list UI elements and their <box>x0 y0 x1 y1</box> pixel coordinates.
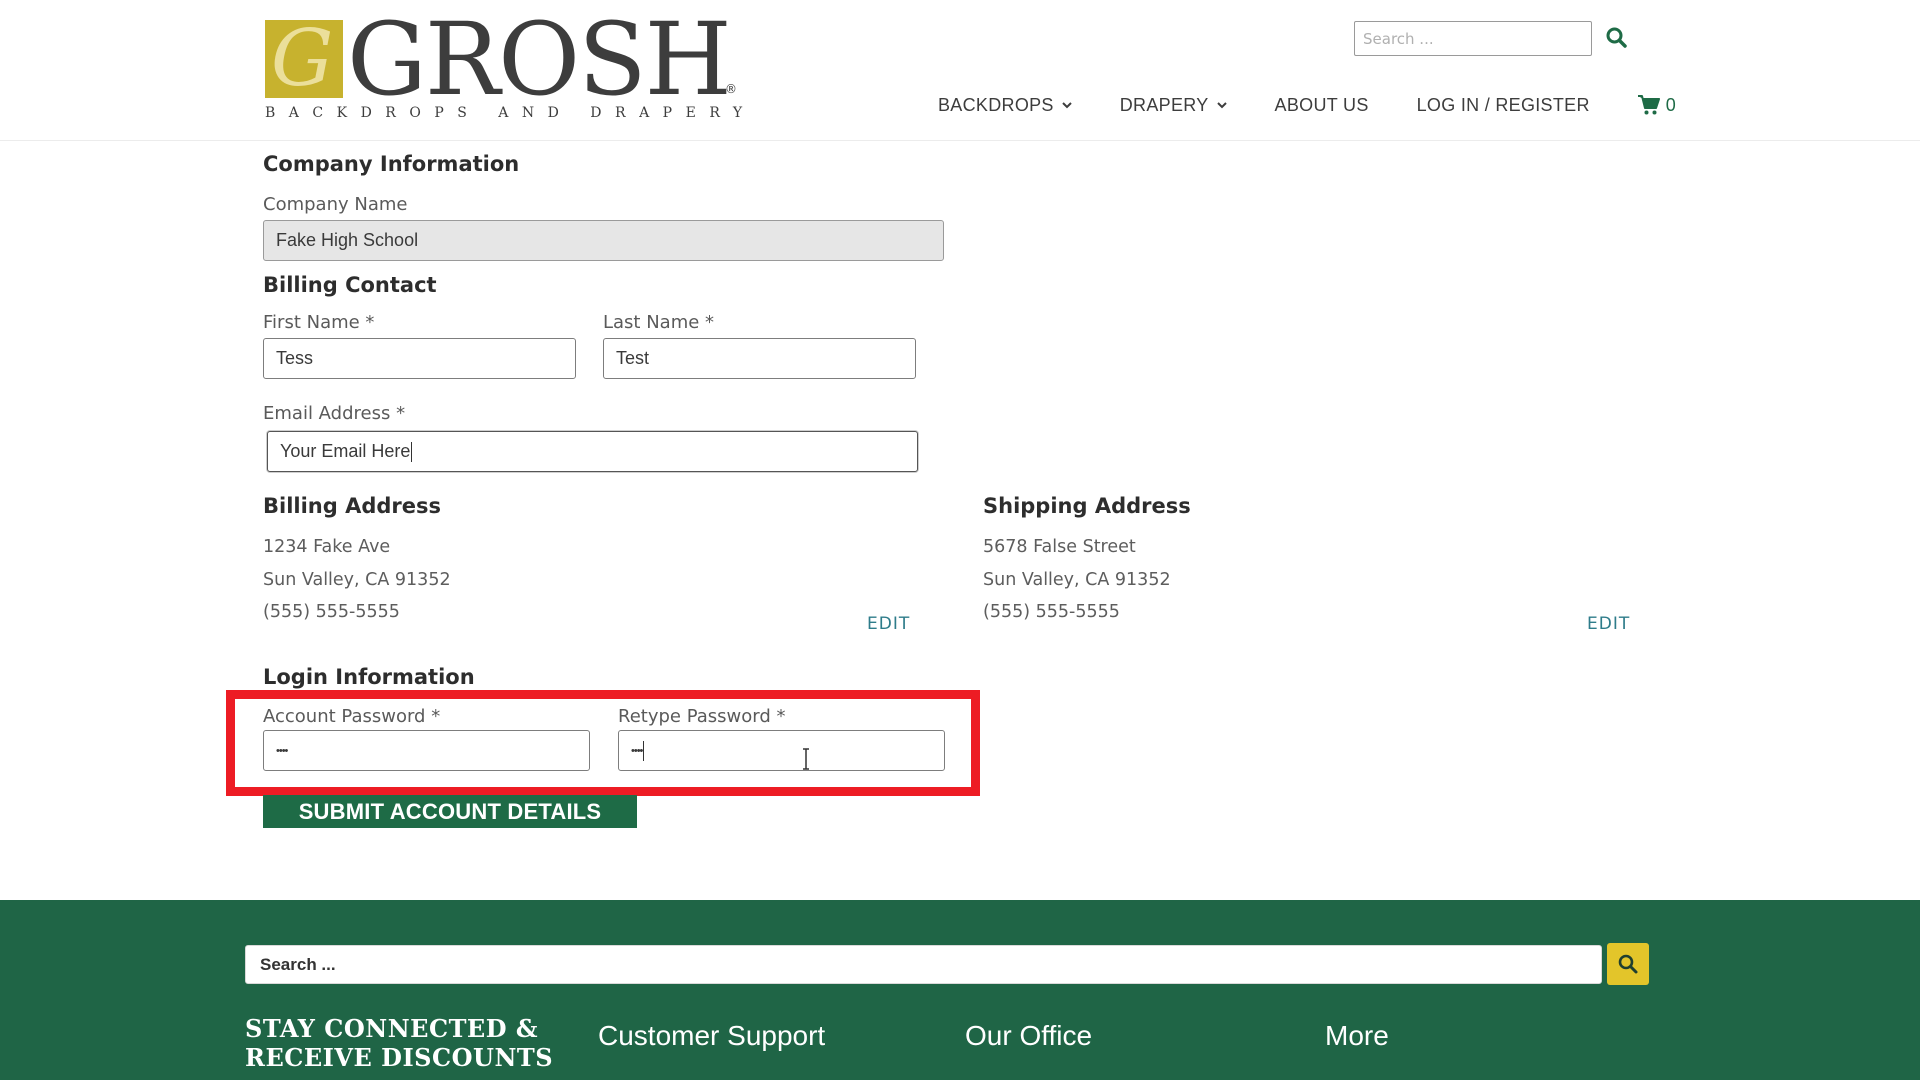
logo-monogram-letter: G <box>271 14 334 104</box>
last-name-value: Test <box>616 348 650 368</box>
company-info-heading: Company Information <box>263 152 520 176</box>
email-label: Email Address * <box>263 403 406 424</box>
logo-tagline: BACKDROPS AND DRAPERY <box>265 105 756 121</box>
billing-address-edit-link[interactable]: EDIT <box>867 614 910 634</box>
first-name-value: Tess <box>276 348 314 368</box>
shipping-address-heading: Shipping Address <box>983 494 1191 518</box>
search-icon <box>1618 954 1638 974</box>
billing-address-line1: 1234 Fake Ave <box>263 537 391 557</box>
shipping-address-line2: Sun Valley, CA 91352 <box>983 569 1171 590</box>
logo-monogram: G <box>265 14 343 104</box>
footer-customer-support-heading: Customer Support <box>598 1020 826 1051</box>
header-search-button[interactable] <box>1604 25 1630 51</box>
site-header: G GROSH ® BACKDROPS AND DRAPERY BACKDROP… <box>0 0 1920 141</box>
billing-contact-heading: Billing Contact <box>263 273 437 297</box>
cart-count: 0 <box>1665 94 1676 115</box>
login-info-heading: Login Information <box>263 665 475 689</box>
shipping-address-block: 5678 False Street Sun Valley, CA 91352 (… <box>983 531 1171 629</box>
logo-registered-mark: ® <box>725 82 737 96</box>
email-value: Your Email Here <box>280 441 411 461</box>
grosh-logo[interactable]: G GROSH ® BACKDROPS AND DRAPERY <box>265 10 756 122</box>
shipping-address-line1: 5678 False Street <box>983 537 1136 557</box>
email-field[interactable]: Your Email Here <box>267 431 918 472</box>
nav-drapery-label: DRAPERY <box>1119 94 1209 115</box>
chevron-down-icon <box>1062 102 1072 109</box>
footer-search-button[interactable] <box>1607 943 1649 985</box>
nav-login-register-label: LOG IN / REGISTER <box>1416 94 1590 115</box>
first-name-label: First Name * <box>263 312 375 333</box>
nav-about-us-label: ABOUT US <box>1274 94 1369 115</box>
shipping-address-edit-link[interactable]: EDIT <box>1587 614 1630 634</box>
nav-drapery[interactable]: DRAPERY <box>1120 95 1227 116</box>
company-name-field[interactable]: Fake High School <box>263 220 944 261</box>
nav-login-register[interactable]: LOG IN / REGISTER <box>1417 95 1590 116</box>
text-cursor-icon <box>803 748 809 770</box>
billing-address-line2: Sun Valley, CA 91352 <box>263 569 451 590</box>
footer-search-input[interactable] <box>245 945 1602 984</box>
submit-account-details-button[interactable]: SUBMIT ACCOUNT DETAILS <box>263 795 637 828</box>
text-caret <box>411 441 413 462</box>
company-name-value: Fake High School <box>276 230 419 250</box>
nav-backdrops[interactable]: BACKDROPS <box>938 95 1072 116</box>
cart-icon <box>1637 95 1660 115</box>
billing-address-block: 1234 Fake Ave Sun Valley, CA 91352 (555)… <box>263 531 451 629</box>
cart-button[interactable]: 0 <box>1637 94 1676 116</box>
shipping-address-phone: (555) 555-5555 <box>983 602 1120 622</box>
last-name-field[interactable]: Test <box>603 338 916 379</box>
header-search-input[interactable] <box>1354 21 1592 56</box>
site-footer: STAY CONNECTED & RECEIVE DISCOUNTS Custo… <box>0 900 1920 1080</box>
logo-wordmark: GROSH <box>347 1 732 118</box>
stay-connected-heading: STAY CONNECTED & RECEIVE DISCOUNTS <box>245 1014 553 1072</box>
billing-address-phone: (555) 555-5555 <box>263 602 400 622</box>
nav-backdrops-label: BACKDROPS <box>938 94 1054 115</box>
footer-more-heading: More <box>1325 1020 1389 1051</box>
stay-connected-line1: STAY CONNECTED & <box>245 1014 539 1043</box>
main-nav: BACKDROPS DRAPERY ABOUT US LOG IN / REGI… <box>938 92 1676 118</box>
password-highlight-box <box>226 690 980 796</box>
company-name-label: Company Name <box>263 194 408 215</box>
stay-connected-line2: RECEIVE DISCOUNTS <box>245 1043 554 1072</box>
search-icon <box>1606 27 1627 48</box>
first-name-field[interactable]: Tess <box>263 338 576 379</box>
last-name-label: Last Name * <box>603 312 715 333</box>
chevron-down-icon <box>1216 102 1227 109</box>
nav-about-us[interactable]: ABOUT US <box>1275 95 1369 116</box>
billing-address-heading: Billing Address <box>263 494 442 518</box>
footer-our-office-heading: Our Office <box>965 1020 1093 1051</box>
